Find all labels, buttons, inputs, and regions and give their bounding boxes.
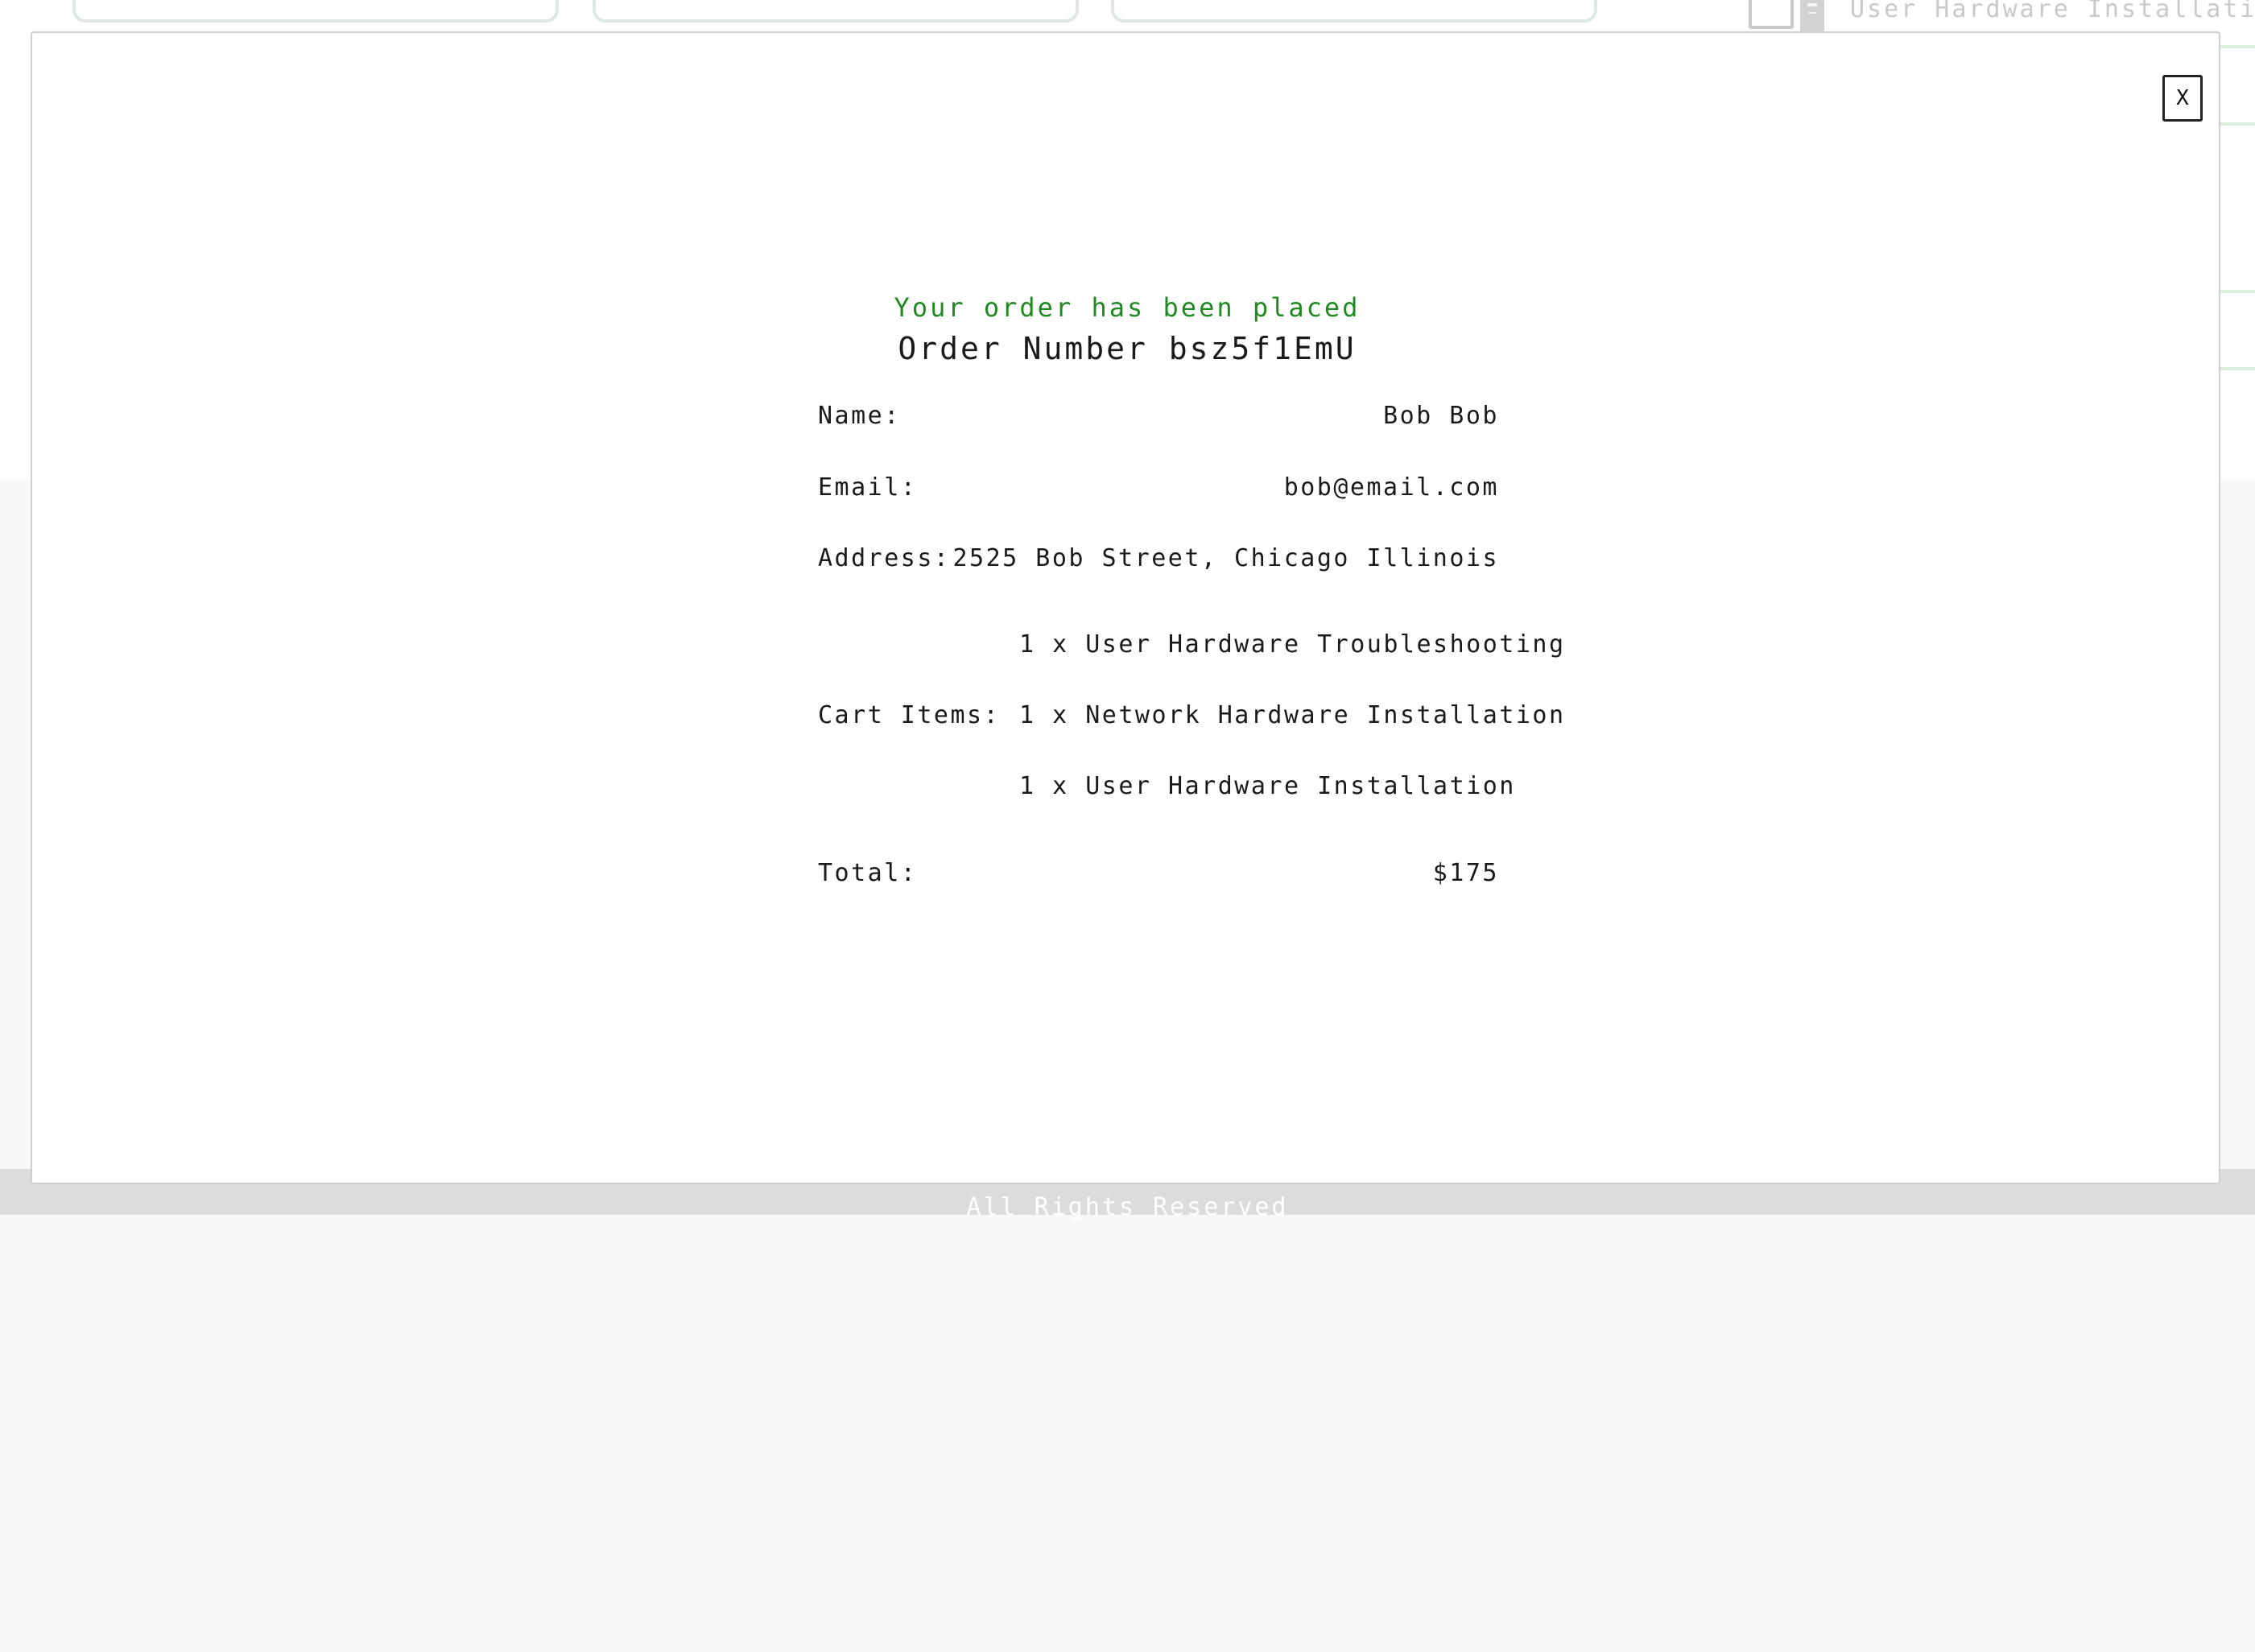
monitor-icon [1749, 0, 1794, 29]
product-card[interactable] [1111, 0, 1597, 23]
cart-items-label: Cart Items: [818, 701, 1001, 729]
computer-tower-icon [1800, 0, 1824, 32]
total-label: Total: [818, 859, 918, 887]
name-label: Name: [818, 402, 901, 430]
email-label: Email: [818, 473, 918, 502]
order-status-message: Your order has been placed [894, 292, 1361, 323]
total-row: Total: $175 [818, 859, 1499, 891]
cart-item: 1 x User Hardware Troubleshooting [1019, 630, 1566, 659]
cart-item: 1 x Network Hardware Installation [1019, 701, 1566, 729]
email-row: Email: bob@email.com [818, 473, 1499, 506]
address-label: Address: [818, 544, 951, 572]
product-card[interactable] [72, 0, 559, 23]
close-button[interactable]: X [2162, 75, 2203, 122]
order-number-label: Order Number [898, 331, 1148, 366]
address-row: Address: 2525 Bob Street, Chicago Illino… [818, 544, 1499, 576]
order-number-value: bsz5f1EmU [1168, 331, 1357, 366]
footer-text: All Rights Reserved [966, 1193, 1289, 1221]
total-value: $175 [1432, 859, 1499, 887]
name-row: Name: Bob Bob [818, 402, 1499, 434]
product-card[interactable] [593, 0, 1079, 23]
cart-item: 1 x User Hardware Installation [1019, 772, 1516, 800]
product-name: User Hardware Installation [1850, 0, 2255, 23]
email-value: bob@email.com [1283, 473, 1499, 502]
order-number-line: Order Number bsz5f1EmU [32, 331, 2222, 366]
address-value: 2525 Bob Street, Chicago Illinois [952, 544, 1499, 572]
order-confirmation-modal: X Your order has been placed Order Numbe… [31, 31, 2220, 1184]
name-value: Bob Bob [1383, 402, 1499, 430]
